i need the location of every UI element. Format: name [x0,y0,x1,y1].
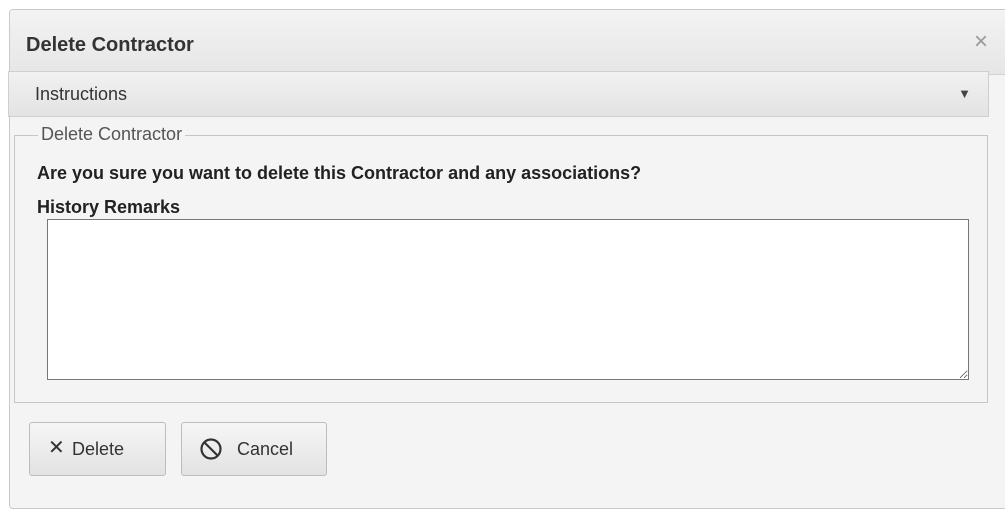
expand-arrow-icon[interactable]: ▼ [958,86,971,101]
instructions-panel-header[interactable]: Instructions ▼ [8,71,989,117]
cancel-button-label: Cancel [237,439,294,459]
dialog-titlebar: Delete Contractor × [10,10,1005,75]
confirmation-question: Are you sure you want to delete this Con… [37,163,642,183]
close-icon[interactable]: × [971,30,991,54]
history-remarks-textarea[interactable] [47,219,969,380]
delete-button[interactable]: ✕ Delete [29,422,166,476]
fieldset-legend: Delete Contractor [38,124,186,145]
ban-icon [199,437,223,465]
close-icon: ✕ [48,437,65,459]
history-remarks-label: History Remarks [37,197,181,217]
dialog-title: Delete Contractor [26,34,194,56]
delete-button-label: Delete [72,439,125,459]
cancel-button[interactable]: Cancel [181,422,327,476]
instructions-label: Instructions [35,84,128,104]
